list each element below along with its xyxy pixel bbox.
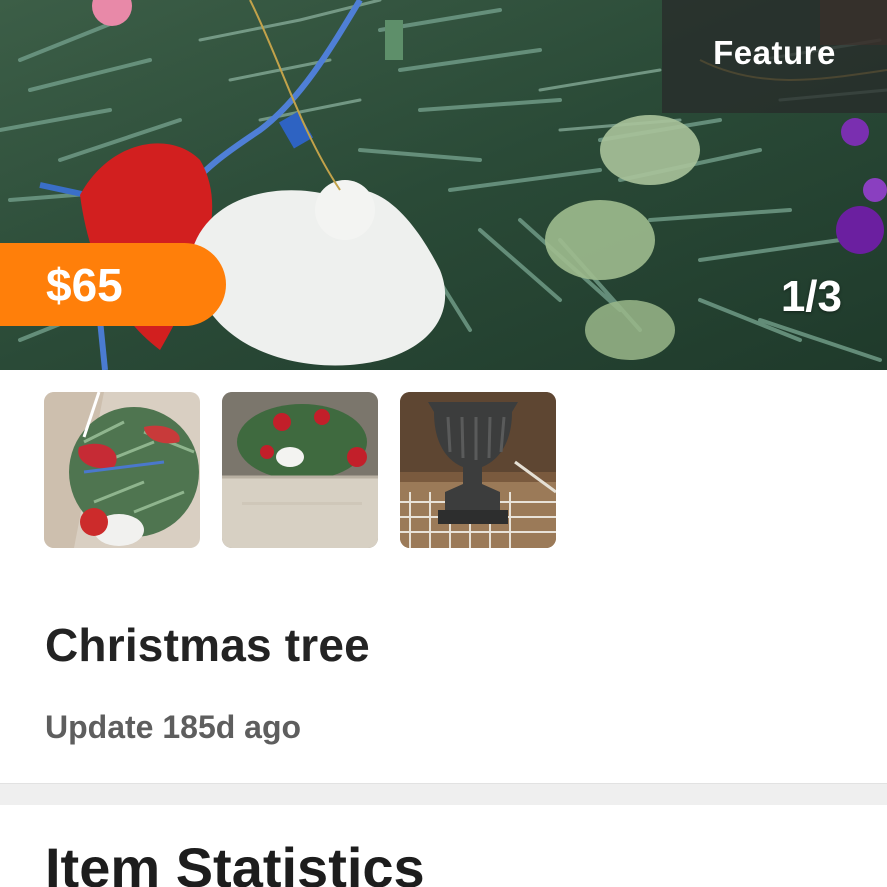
main-photo[interactable]: Feature $65 1/3 bbox=[0, 0, 887, 370]
thumbnail-1[interactable] bbox=[44, 392, 200, 548]
thumbnail-3[interactable] bbox=[400, 392, 556, 548]
feature-label: Feature bbox=[713, 33, 836, 71]
thumbnail-2[interactable] bbox=[222, 392, 378, 548]
updated-timestamp: Update 185d ago bbox=[45, 709, 302, 745]
thumbnail-strip bbox=[44, 392, 556, 548]
feature-button[interactable]: Feature bbox=[662, 0, 887, 113]
price-text: $65 bbox=[46, 258, 123, 311]
section-divider bbox=[0, 783, 887, 805]
item-statistics-heading: Item Statistics bbox=[45, 836, 425, 887]
price-badge: $65 bbox=[0, 243, 226, 326]
photo-counter: 1/3 bbox=[780, 272, 842, 321]
item-title: Christmas tree bbox=[45, 619, 370, 671]
urn-photo-icon bbox=[400, 392, 556, 548]
wreath-photo-icon bbox=[44, 392, 200, 548]
boxed-tree-photo-icon bbox=[222, 392, 378, 548]
